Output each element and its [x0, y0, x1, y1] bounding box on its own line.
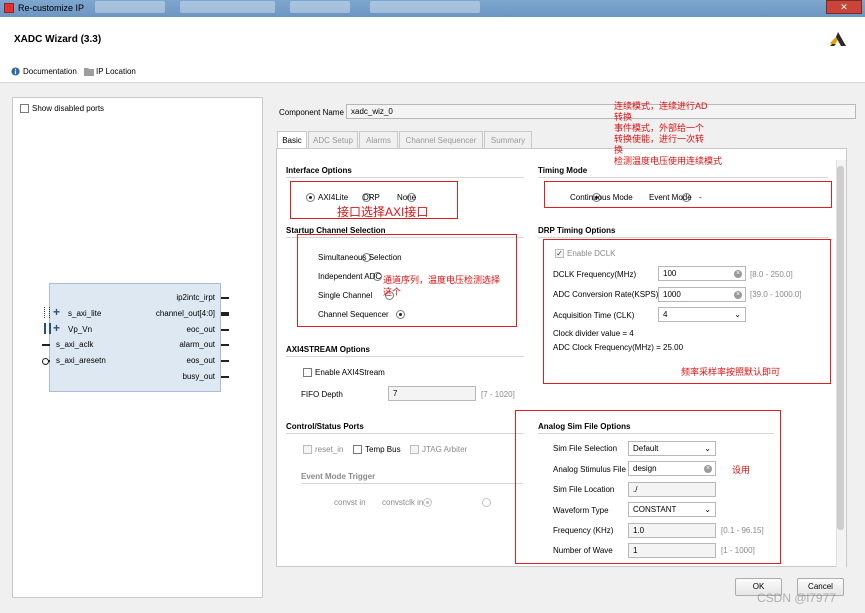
blurred-region	[370, 1, 480, 13]
divider	[286, 177, 524, 178]
toolbar: Documentation IP Location	[0, 62, 865, 83]
radio-label: convst in	[334, 498, 366, 507]
tab-basic[interactable]: Basic	[277, 131, 307, 148]
component-name-label: Component Name	[279, 108, 344, 117]
pin	[221, 360, 229, 362]
watermark: CSDN @l7977	[757, 591, 836, 605]
annotation-line: 转换	[614, 112, 633, 122]
divider	[286, 356, 524, 357]
annotation-text: 频率采样率按照默认即可	[681, 367, 781, 377]
annotation-line: 事件模式，外部给一个	[614, 123, 705, 133]
divider	[301, 483, 523, 484]
ip-location-link[interactable]: IP Location	[96, 67, 136, 76]
info-icon	[11, 67, 20, 76]
window-title: Re-customize IP	[18, 3, 85, 13]
port-alarm-out: alarm_out	[179, 340, 215, 349]
reset-in-checkbox[interactable]	[303, 445, 312, 454]
inverted-pin-icon	[42, 358, 49, 365]
close-button[interactable]: ✕	[826, 0, 862, 14]
blurred-region	[290, 1, 350, 13]
reset-in-label: reset_in	[315, 445, 344, 454]
annotation-text: 设用	[732, 465, 751, 475]
temp-bus-label: Temp Bus	[365, 445, 401, 454]
annotation-box	[544, 181, 832, 208]
pin	[221, 376, 229, 378]
expand-plus-icon[interactable]: +	[53, 305, 60, 319]
radio-label: convstclk in	[382, 498, 424, 507]
section-title: Event Mode Trigger	[301, 472, 376, 481]
tab-alarms[interactable]: Alarms	[359, 131, 398, 148]
port-vp-vn: Vp_Vn	[68, 325, 93, 334]
port-channel-out: channel_out[4:0]	[155, 309, 215, 318]
port-s-axi-lite: s_axi_lite	[68, 309, 102, 318]
bus-pin	[221, 312, 229, 316]
section-title: AXI4STREAM Options	[286, 345, 371, 354]
fifo-depth-label: FIFO Depth	[301, 390, 343, 399]
port-eoc-out: eoc_out	[186, 325, 215, 334]
pin	[221, 297, 229, 299]
annotation-line: 转换使能，进行一次转	[614, 134, 705, 144]
divider	[286, 433, 524, 434]
port-busy-out: busy_out	[182, 372, 215, 381]
dialog-header: XADC Wizard (3.3)	[0, 17, 865, 63]
annotation-box	[515, 410, 781, 564]
port-s-axi-aresetn: s_axi_aresetn	[56, 356, 106, 365]
enable-axi4stream-checkbox[interactable]	[303, 368, 312, 377]
show-disabled-ports-checkbox[interactable]	[20, 104, 29, 113]
annotation-line: 连续模式，连续进行AD	[614, 101, 708, 111]
bus-pin	[44, 307, 50, 318]
blurred-region	[180, 1, 275, 13]
documentation-link[interactable]: Documentation	[23, 67, 77, 76]
dialog-title: XADC Wizard (3.3)	[14, 34, 102, 45]
fifo-depth-input[interactable]: 7	[388, 386, 476, 401]
annotation-line: 这个	[383, 287, 402, 297]
temp-bus-checkbox[interactable]	[353, 445, 362, 454]
annotation-text-block: 连续模式，连续进行AD 转换 事件模式，外部给一个 转换使能，进行一次转 换 检…	[614, 101, 754, 167]
annotation-text: 接口选择AXI接口	[337, 205, 429, 219]
section-title: Interface Options	[286, 166, 352, 175]
bus-pin	[44, 323, 51, 334]
section-title: Control/Status Ports	[286, 422, 364, 431]
jtag-arbiter-label: JTAG Arbiter	[422, 445, 468, 454]
divider	[538, 237, 828, 238]
component-name-input[interactable]: xadc_wiz_0	[346, 104, 856, 119]
show-disabled-ports-label: Show disabled ports	[32, 104, 105, 113]
pin	[221, 329, 229, 331]
tab-adc-setup[interactable]: ADC Setup	[308, 131, 358, 148]
blurred-region	[95, 1, 165, 13]
xilinx-logo-icon	[830, 32, 846, 46]
pin	[221, 344, 229, 346]
section-title: DRP Timing Options	[538, 226, 616, 235]
expand-plus-icon[interactable]: +	[53, 321, 60, 335]
annotation-line: 检测温度电压使用连续模式	[614, 156, 723, 166]
section-title: Timing Mode	[538, 166, 588, 175]
jtag-arbiter-checkbox[interactable]	[410, 445, 419, 454]
annotation-line: 通道序列，温度电压检测选择	[383, 275, 501, 285]
title-bar: Re-customize IP ✕	[0, 0, 865, 17]
tab-channel-sequencer[interactable]: Channel Sequencer	[399, 131, 483, 148]
folder-icon	[84, 68, 94, 76]
annotation-line: 换	[614, 145, 624, 155]
port-eos-out: eos_out	[186, 356, 215, 365]
tab-summary[interactable]: Summary	[484, 131, 532, 148]
annotation-box	[543, 239, 831, 384]
app-icon	[4, 3, 14, 13]
port-s-axi-aclk: s_axi_aclk	[56, 340, 94, 349]
port-ip2intc-irpt: ip2intc_irpt	[176, 293, 215, 302]
scrollbar-thumb[interactable]	[837, 166, 844, 530]
divider	[538, 177, 828, 178]
enable-axi4stream-label: Enable AXI4Stream	[315, 368, 385, 377]
pin	[42, 344, 50, 346]
fifo-depth-range: [7 - 1020]	[481, 390, 515, 399]
annotation-text-block: 通道序列，温度电压检测选择 这个	[383, 274, 500, 298]
